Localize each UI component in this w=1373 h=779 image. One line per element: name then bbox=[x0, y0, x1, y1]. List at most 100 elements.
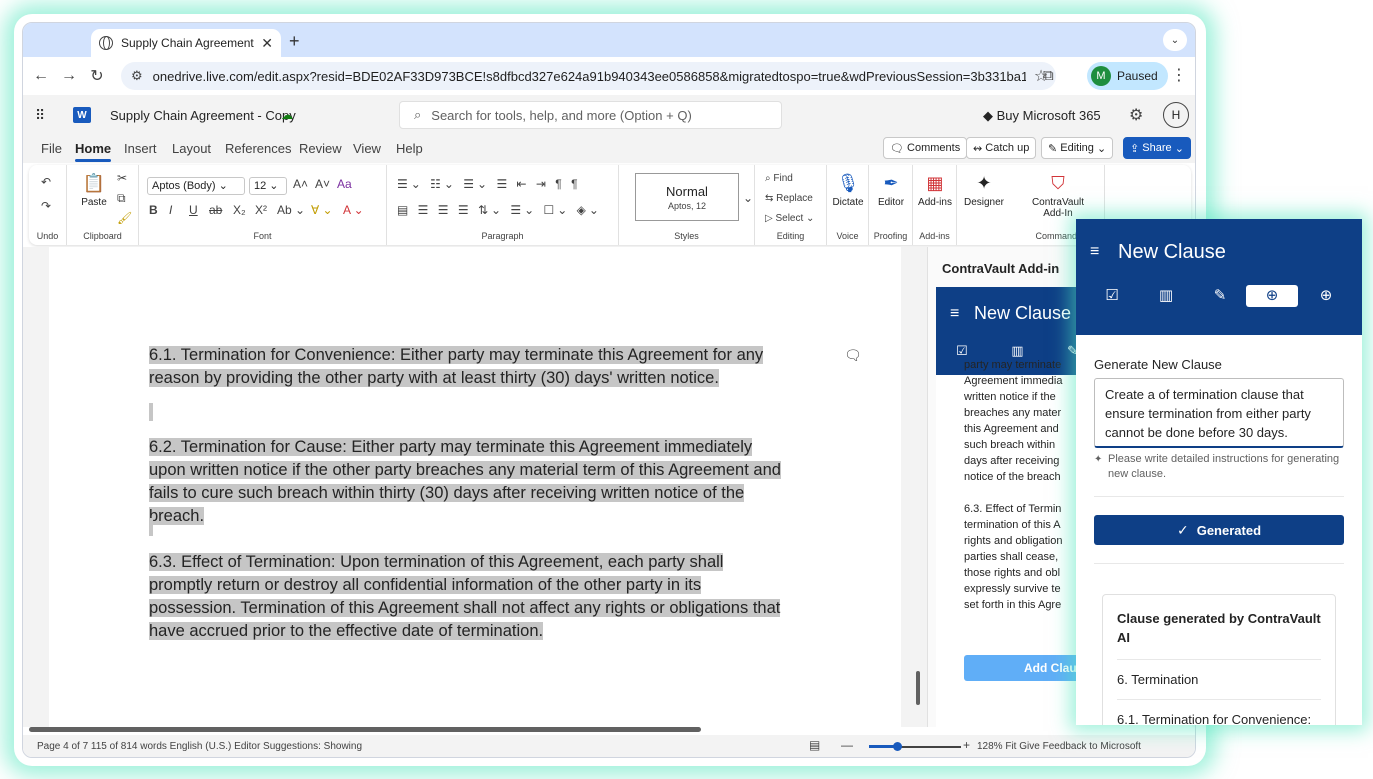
clause-6-3[interactable]: 6.3. Effect of Termination: Upon termina… bbox=[149, 551, 789, 643]
text-effects-icon[interactable]: Ab ⌄ bbox=[277, 203, 305, 217]
paste-icon: 📋 bbox=[82, 173, 106, 193]
share-button[interactable]: ⇪ Share ⌄ bbox=[1123, 137, 1191, 159]
editing-mode-button[interactable]: ✎ Editing ⌄ bbox=[1041, 137, 1114, 159]
new-clause-tab-icon[interactable]: ⊕ bbox=[1246, 285, 1298, 307]
copy-icon[interactable]: ⧉ bbox=[117, 191, 126, 206]
select-button[interactable]: ▷ Select ⌄ bbox=[765, 213, 814, 224]
app-launcher-icon[interactable]: ⠿ bbox=[35, 107, 45, 124]
catchup-button[interactable]: ↭ Catch up bbox=[966, 137, 1037, 159]
tab-references[interactable]: References bbox=[225, 141, 291, 156]
search-icon: ⌕ bbox=[414, 107, 422, 122]
tab-search-icon[interactable]: ⌄ bbox=[1163, 29, 1187, 51]
italic-icon[interactable]: I bbox=[169, 203, 172, 217]
reload-icon[interactable]: ↻ bbox=[83, 66, 111, 86]
change-case-icon[interactable]: Aa bbox=[337, 177, 352, 191]
document-page[interactable]: 6.1. Termination for Convenience: Either… bbox=[49, 247, 901, 727]
forward-icon[interactable]: → bbox=[55, 67, 83, 85]
strikethrough-icon[interactable]: ab bbox=[209, 203, 222, 217]
tab-view[interactable]: View bbox=[353, 141, 381, 156]
address-bar[interactable]: ⚙ onedrive.live.com/edit.aspx?resid=BDE0… bbox=[121, 62, 1056, 90]
draft-tab-icon[interactable]: ✎ bbox=[1194, 285, 1246, 307]
profile-label: Paused bbox=[1117, 69, 1158, 83]
proofing-group: ✒ Editor Proofing bbox=[869, 165, 913, 245]
settings-gear-icon[interactable]: ⚙ bbox=[1129, 105, 1143, 125]
card-title: Clause generated by ContraVault AI bbox=[1117, 611, 1321, 645]
styles-dropdown-icon[interactable]: ⌄ bbox=[743, 191, 753, 205]
contravault-button[interactable]: ⛉ ContraVault Add-In bbox=[1023, 173, 1093, 219]
subscript-icon[interactable]: X₂ bbox=[233, 203, 246, 217]
browser-tab[interactable]: Supply Chain Agreement - Co ✕ bbox=[91, 29, 281, 57]
font-size-select[interactable]: 12 ⌄ bbox=[249, 177, 287, 195]
avatar: M bbox=[1091, 66, 1111, 86]
tab-file[interactable]: File bbox=[41, 141, 62, 156]
highlight-icon[interactable]: ∀ ⌄ bbox=[311, 203, 333, 217]
clipboard-label: Clipboard bbox=[83, 231, 122, 241]
review-tab-icon[interactable]: ☑ bbox=[1086, 285, 1138, 307]
sparkle-icon: ✦ bbox=[1094, 454, 1103, 465]
buy-microsoft-link[interactable]: ◆ Buy Microsoft 365 bbox=[983, 108, 1101, 124]
library-tab-icon[interactable]: ▥ bbox=[1140, 285, 1192, 307]
ribbon-tabs: File Home Insert Layout References Revie… bbox=[23, 135, 1195, 163]
font-name-select[interactable]: Aptos (Body) ⌄ bbox=[147, 177, 245, 195]
tab-home[interactable]: Home bbox=[75, 141, 112, 162]
search-placeholder: Search for tools, help, and more (Option… bbox=[431, 107, 692, 123]
dictate-button[interactable]: 🎙 Dictate bbox=[825, 173, 871, 208]
list-buttons-icons[interactable]: ☰⌄ ☷⌄ ☰⌄ ☰ ⇤ ⇥ ¶ ¶ bbox=[397, 177, 581, 191]
undo-icon[interactable]: ↶ bbox=[41, 175, 51, 189]
pane-title: ContraVault Add-in bbox=[942, 261, 1060, 276]
new-comment-icon[interactable]: 🗨 bbox=[844, 347, 862, 364]
back-icon[interactable]: ← bbox=[27, 67, 55, 85]
horizontal-scrollbar[interactable] bbox=[29, 727, 701, 732]
document-title[interactable]: Supply Chain Agreement - Copy bbox=[110, 108, 296, 123]
user-avatar[interactable]: H bbox=[1163, 102, 1189, 128]
zoom-out-icon[interactable]: — bbox=[841, 738, 853, 752]
add-tab-icon[interactable]: ⊕ bbox=[1300, 285, 1352, 307]
browser-menu-icon[interactable]: ⋮ bbox=[1171, 65, 1187, 85]
clause-instructions-input[interactable]: Create a of termination clause that ensu… bbox=[1094, 378, 1344, 448]
search-box[interactable]: ⌕ Search for tools, help, and more (Opti… bbox=[399, 101, 782, 129]
card-subsection: 6.1. Termination for Convenience: bbox=[1117, 699, 1321, 725]
tab-review[interactable]: Review bbox=[299, 141, 342, 156]
panel-header: ≡ New Clause ☑ ▥ ✎ ⊕ ⊕ bbox=[1076, 219, 1362, 335]
extensions-icon[interactable]: ⧉ bbox=[1043, 67, 1054, 84]
designer-button[interactable]: ✦ Designer bbox=[961, 173, 1007, 208]
site-info-icon[interactable]: ⚙ bbox=[131, 68, 143, 84]
cut-icon[interactable]: ✂ bbox=[117, 171, 127, 185]
grow-font-icon[interactable]: A˄ bbox=[293, 177, 308, 191]
generated-button[interactable]: ✓ Generated bbox=[1094, 515, 1344, 545]
format-painter-icon[interactable]: 🖌 bbox=[117, 211, 132, 225]
addins-button[interactable]: ▦ Add-ins bbox=[912, 173, 958, 208]
comments-button[interactable]: 🗨 Comments bbox=[883, 137, 968, 159]
vertical-scrollbar[interactable] bbox=[916, 671, 920, 705]
editor-button[interactable]: ✒ Editor bbox=[868, 173, 914, 208]
shrink-font-icon[interactable]: A˅ bbox=[315, 177, 330, 191]
redo-icon[interactable]: ↷ bbox=[41, 199, 51, 213]
find-button[interactable]: ⌕ Find bbox=[765, 173, 793, 184]
voice-group: 🎙 Dictate Voice bbox=[827, 165, 869, 245]
new-tab-icon[interactable]: + bbox=[289, 31, 300, 52]
font-color-icon[interactable]: A ⌄ bbox=[343, 203, 364, 217]
tab-layout[interactable]: Layout bbox=[172, 141, 211, 156]
style-normal[interactable]: Normal Aptos, 12 bbox=[635, 173, 739, 221]
ribbon: ↶ ↷ Undo 📋 Paste ✂ ⧉ 🖌 Clipboard Aptos (B… bbox=[29, 165, 1191, 245]
style-font: Aptos, 12 bbox=[667, 201, 707, 211]
bold-icon[interactable]: B bbox=[149, 203, 158, 217]
alignment-icons[interactable]: ▤ ☰ ☰ ☰ ⇅⌄ ☰⌄ ☐⌄ ◈⌄ bbox=[397, 203, 602, 217]
menu-icon[interactable]: ≡ bbox=[950, 305, 959, 323]
editing-group-label: Editing bbox=[776, 231, 805, 241]
close-tab-icon[interactable]: ✕ bbox=[261, 35, 273, 52]
tab-help[interactable]: Help bbox=[396, 141, 423, 156]
underline-icon[interactable]: U bbox=[189, 203, 198, 217]
tab-insert[interactable]: Insert bbox=[124, 141, 157, 156]
paste-button[interactable]: 📋 Paste bbox=[71, 173, 117, 208]
page-view-icon[interactable]: ▤ bbox=[809, 738, 820, 752]
replace-button[interactable]: ⇆ Replace bbox=[765, 193, 813, 204]
clause-6-2[interactable]: 6.2. Termination for Cause: Either party… bbox=[149, 436, 789, 528]
zoom-in-icon[interactable]: + bbox=[963, 738, 970, 752]
profile-button[interactable]: M Paused bbox=[1087, 62, 1168, 90]
clause-6-1[interactable]: 6.1. Termination for Convenience: Either… bbox=[149, 344, 789, 390]
menu-icon[interactable]: ≡ bbox=[1090, 243, 1099, 261]
superscript-icon[interactable]: X² bbox=[255, 203, 267, 217]
microphone-icon: 🎙 bbox=[836, 173, 860, 193]
browser-window: Supply Chain Agreement - Co ✕ + ⌄ ← → ↻ … bbox=[22, 22, 1196, 758]
